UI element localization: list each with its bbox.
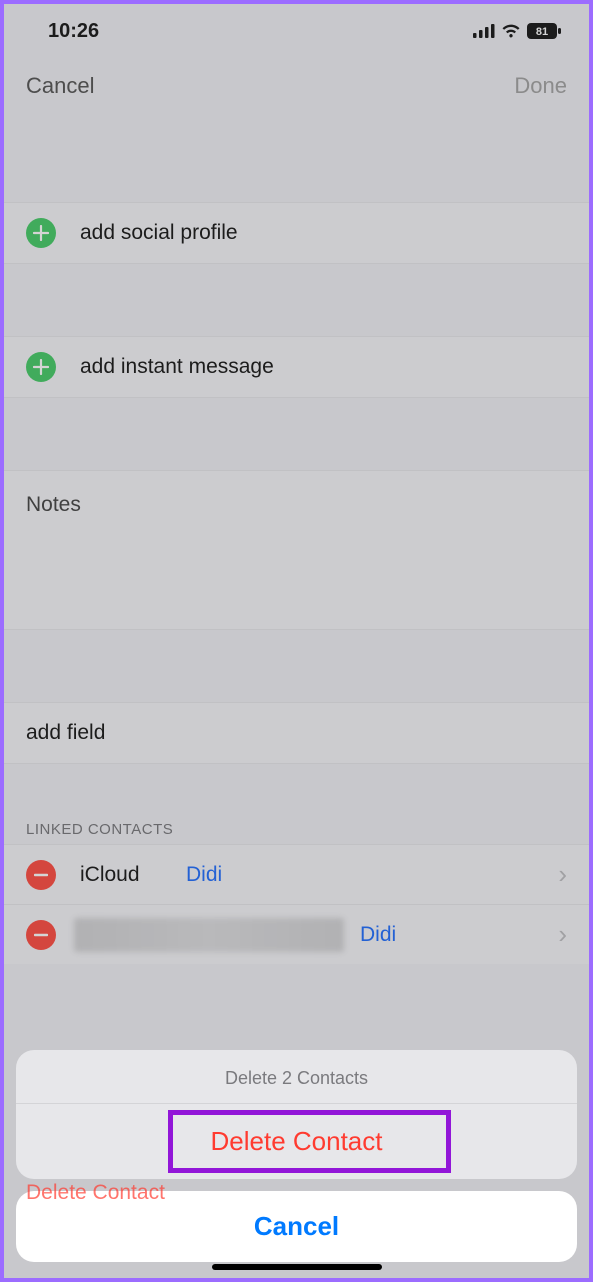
battery-icon: 81 bbox=[527, 23, 561, 39]
add-social-profile-row[interactable]: add social profile bbox=[4, 202, 589, 264]
svg-text:81: 81 bbox=[536, 26, 548, 38]
delete-contact-background-text: Delete Contact bbox=[26, 1181, 165, 1205]
linked-contact-name: Didi bbox=[360, 923, 396, 947]
redacted-account-label bbox=[74, 918, 344, 952]
notes-field[interactable]: Notes bbox=[4, 470, 589, 630]
status-bar: 10:26 81 bbox=[4, 4, 589, 58]
linked-contact-row[interactable]: iCloud Didi › bbox=[4, 844, 589, 904]
linked-contact-row[interactable]: Didi › bbox=[4, 904, 589, 964]
linked-contacts-header: LINKED CONTACTS bbox=[4, 808, 589, 844]
linked-account-label: iCloud bbox=[80, 863, 170, 887]
row-label: add instant message bbox=[80, 355, 274, 379]
action-sheet-title: Delete 2 Contacts bbox=[16, 1050, 577, 1104]
add-field-row[interactable]: add field bbox=[4, 702, 589, 764]
home-indicator[interactable] bbox=[212, 1264, 382, 1270]
delete-contact-button[interactable]: Delete Contact bbox=[16, 1104, 577, 1179]
minus-icon[interactable] bbox=[26, 860, 56, 890]
minus-icon[interactable] bbox=[26, 920, 56, 950]
status-indicators: 81 bbox=[473, 23, 561, 39]
cellular-icon bbox=[473, 24, 495, 38]
plus-icon bbox=[26, 352, 56, 382]
add-instant-message-row[interactable]: add instant message bbox=[4, 336, 589, 398]
status-time: 10:26 bbox=[48, 20, 99, 43]
nav-bar: Cancel Done bbox=[4, 58, 589, 114]
row-label: add field bbox=[26, 721, 105, 745]
linked-contact-name: Didi bbox=[186, 863, 222, 887]
notes-label: Notes bbox=[26, 493, 567, 517]
action-sheet: Delete 2 Contacts Delete Contact Delete … bbox=[16, 1050, 577, 1262]
plus-icon bbox=[26, 218, 56, 248]
row-label: add social profile bbox=[80, 221, 238, 245]
nav-done-button[interactable]: Done bbox=[514, 73, 567, 99]
chevron-right-icon: › bbox=[558, 859, 567, 890]
chevron-right-icon: › bbox=[558, 919, 567, 950]
wifi-icon bbox=[501, 24, 521, 38]
nav-cancel-button[interactable]: Cancel bbox=[26, 73, 94, 99]
